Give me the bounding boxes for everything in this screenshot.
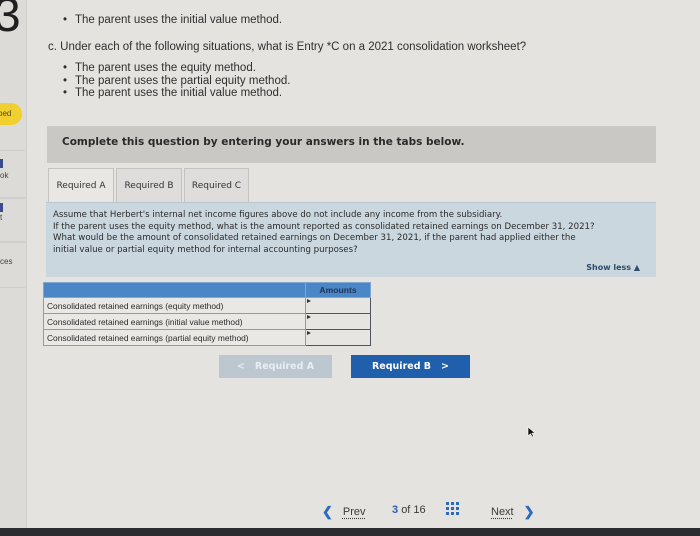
bullet-item: The parent uses the equity method. [63,62,290,75]
amount-cell[interactable] [305,297,371,314]
sidebar-item-label: ces [0,257,13,266]
bullet-item: The parent uses the initial value method… [63,14,282,27]
chevron-left-icon: < [236,361,245,372]
next-requirement-button[interactable]: Required B > [351,355,470,378]
chevron-left-icon: ❮ [322,504,333,519]
prev-question-button[interactable]: ❮ Prev [322,504,366,520]
button-label: Required B [371,361,432,372]
sidebar-item-print[interactable]: t [0,198,25,242]
prompt-line: If the parent uses the equity method, wh… [53,221,595,232]
screen-bezel [0,528,700,536]
next-question-button[interactable]: Next ❯ [491,504,535,520]
tab-required-a[interactable]: Required A [48,168,114,203]
question-part-c: c. Under each of the following situation… [48,41,527,53]
button-label: Required A [254,361,315,372]
amounts-column-header: Amounts [305,282,371,298]
sidebar-item-references[interactable]: ces [0,242,25,288]
label-column-header [43,282,306,298]
bullet-item: The parent uses the partial equity metho… [63,75,290,88]
next-label: Next [491,506,514,518]
amount-input-initial-value[interactable] [306,314,370,329]
row-label: Consolidated retained earnings (equity m… [43,297,306,314]
prev-label: Prev [342,506,366,518]
prompt-line: Assume that Herbert's internal net incom… [53,210,503,220]
total-questions: of 16 [401,504,426,516]
answer-table: Amounts Consolidated retained earnings (… [43,282,371,346]
table-row: Consolidated retained earnings (initial … [43,313,371,330]
prompt-line: What would be the amount of consolidated… [53,233,576,243]
print-icon [0,203,3,212]
amount-input-equity[interactable] [306,298,370,313]
current-question: 3 [392,504,399,516]
question-sidebar: 3 bed ok t ces [0,0,27,528]
previous-requirement-button[interactable]: < Required A [219,355,332,378]
status-badge: bed [0,103,22,125]
book-icon [0,159,3,168]
prompt-line: initial value or partial equity method f… [53,244,358,255]
sidebar-item-ebook[interactable]: ok [0,150,25,198]
show-less-link[interactable]: Show less ▲ [586,262,640,274]
amount-input-partial-equity[interactable] [306,330,370,345]
sidebar-item-label: ok [0,171,9,180]
table-row: Consolidated retained earnings (partial … [43,329,371,346]
row-label: Consolidated retained earnings (initial … [43,313,306,330]
chevron-right-icon: > [441,361,450,372]
table-row: Consolidated retained earnings (equity m… [43,297,371,314]
sidebar-item-label: t [0,213,3,222]
tab-required-b[interactable]: Required B [116,168,182,202]
chevron-right-icon: ❯ [523,504,535,519]
requirement-prompt: Assume that Herbert's internal net incom… [46,202,656,277]
part-c-bullets: The parent uses the equity method. The p… [63,62,290,100]
amount-cell[interactable] [305,313,371,330]
bullet-item: The parent uses the initial value method… [63,87,290,100]
question-counter: 3 of 16 [392,504,426,516]
mouse-cursor-icon [527,426,536,438]
answer-tabs: Required A Required B Required C [48,168,251,203]
tab-required-c[interactable]: Required C [184,168,249,202]
grid-menu-icon[interactable] [446,502,459,515]
question-number: 3 [0,0,21,42]
question-pager: ❮ Prev 3 of 16 Next ❯ [0,498,700,528]
previous-bullets: The parent uses the initial value method… [63,14,282,27]
instruction-bar: Complete this question by entering your … [47,126,656,163]
row-label: Consolidated retained earnings (partial … [43,329,306,346]
amount-cell[interactable] [305,329,371,346]
